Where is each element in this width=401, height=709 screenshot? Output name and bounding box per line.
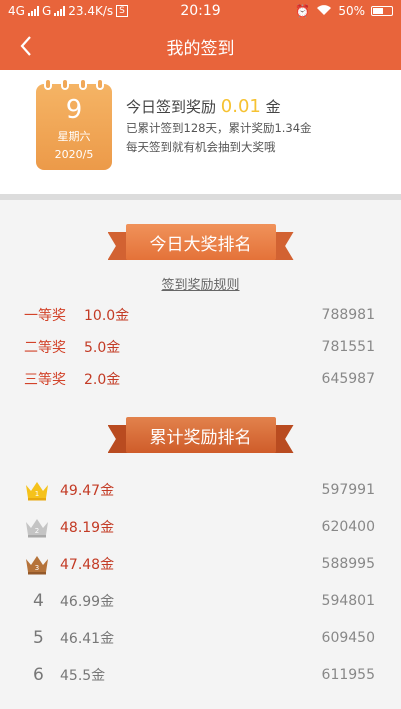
cumulative-row: 5 46.41金 609450 [0, 619, 401, 656]
cumulative-count: 597991 [321, 481, 375, 498]
cumulative-row: 3 47.48金 588995 [0, 545, 401, 582]
cumulative-count: 609450 [321, 629, 375, 646]
checkin-text: 今日签到奖励 0.01 金 已累计签到128天，累计奖励1.34金 每天签到就有… [126, 96, 312, 155]
network-type-1: 4G [8, 4, 25, 18]
back-button[interactable] [10, 30, 42, 62]
gold-crown-icon: 1 [24, 479, 56, 501]
cumulative-ranking-banner: 累计奖励排名 [107, 417, 294, 453]
cumulative-count: 588995 [321, 555, 375, 572]
chevron-left-icon [20, 36, 31, 56]
status-left: 4G G 23.4K/s S [8, 4, 128, 18]
cumulative-count: 594801 [321, 592, 375, 609]
today-reward-unit: 金 [265, 98, 281, 116]
prize-count: 781551 [321, 339, 375, 355]
svg-text:1: 1 [35, 490, 39, 498]
cumulative-row: 1 49.47金 597991 [0, 471, 401, 508]
status-bar: 4G G 23.4K/s S 20:19 ⏰ 50% [0, 0, 401, 22]
battery-percent: 50% [338, 4, 365, 18]
rules-link[interactable]: 签到奖励规则 [0, 274, 401, 293]
calendar-rings [44, 78, 104, 90]
status-right: ⏰ 50% [295, 4, 393, 19]
prize-amount: 10.0金 [84, 308, 130, 324]
cumulative-count: 611955 [321, 666, 375, 683]
daily-ranking-section: 今日大奖排名 签到奖励规则 一等奖 10.0金 788981 二等奖 5.0金 … [0, 200, 401, 395]
network-type-2: G [41, 4, 52, 18]
nav-bar: 我的签到 [0, 22, 401, 70]
rank-number: 5 [33, 627, 44, 648]
cumulative-ranking-section: 累计奖励排名 1 49.47金 597991 2 48.19金 620400 3… [0, 395, 401, 693]
battery-icon [371, 6, 393, 16]
cumulative-row: 2 48.19金 620400 [0, 508, 401, 545]
cumulative-row: 6 45.5金 611955 [0, 656, 401, 693]
calendar-icon: 9 星期六 2020/5 [36, 78, 112, 170]
alarm-icon: ⏰ [295, 4, 311, 18]
checkin-hint-text: 每天签到就有机会抽到大奖哦 [126, 140, 276, 154]
cumulative-amount: 48.19金 [60, 519, 115, 536]
signal-icon-2 [54, 6, 66, 16]
prize-list: 一等奖 10.0金 788981 二等奖 5.0金 781551 三等奖 2.0… [0, 299, 401, 395]
silver-crown-icon: 2 [24, 516, 56, 538]
today-reward-prefix: 今日签到奖励 [126, 98, 217, 116]
cumulative-amount: 49.47金 [60, 482, 115, 499]
prize-count: 645987 [321, 371, 375, 387]
page-title: 我的签到 [166, 38, 235, 59]
checkin-summary-text: 已累计签到128天，累计奖励1.34金 [126, 121, 312, 135]
prize-row: 三等奖 2.0金 645987 [0, 363, 401, 395]
cumulative-row: 4 46.99金 594801 [0, 582, 401, 619]
cumulative-count: 620400 [321, 518, 375, 535]
cumulative-ranking-title: 累计奖励排名 [125, 417, 276, 453]
calendar-weekday: 星期六 [57, 130, 91, 143]
checkin-summary: 9 星期六 2020/5 今日签到奖励 0.01 金 已累计签到128天，累计奖… [0, 70, 401, 194]
prize-row: 二等奖 5.0金 781551 [0, 331, 401, 363]
today-reward-line: 今日签到奖励 0.01 金 [126, 96, 312, 117]
svg-text:3: 3 [35, 564, 39, 572]
prize-row: 一等奖 10.0金 788981 [0, 299, 401, 331]
daily-ranking-title: 今日大奖排名 [125, 224, 276, 260]
calendar-year-month: 2020/5 [54, 148, 94, 161]
cumulative-amount: 46.41金 [60, 630, 115, 647]
cumulative-list: 1 49.47金 597991 2 48.19金 620400 3 47.48金… [0, 471, 401, 693]
bronze-crown-icon: 3 [24, 553, 56, 575]
rank-number: 4 [33, 590, 44, 611]
prize-name: 二等奖 [24, 340, 66, 356]
prize-name: 三等奖 [24, 372, 66, 388]
prize-amount: 5.0金 [84, 340, 121, 356]
today-reward-amount: 0.01 [220, 96, 261, 117]
network-speed: 23.4K/s [68, 4, 114, 18]
cumulative-amount: 47.48金 [60, 556, 115, 573]
signal-icon [27, 6, 39, 16]
sim-badge: S [116, 5, 128, 17]
rank-number: 6 [33, 664, 44, 685]
calendar-day: 9 [65, 95, 83, 125]
svg-text:2: 2 [35, 527, 39, 535]
wifi-icon [316, 4, 332, 19]
prize-count: 788981 [321, 307, 375, 323]
daily-ranking-banner: 今日大奖排名 [107, 224, 294, 260]
prize-name: 一等奖 [24, 308, 66, 324]
cumulative-amount: 46.99金 [60, 593, 115, 610]
prize-amount: 2.0金 [84, 372, 121, 388]
cumulative-amount: 45.5金 [60, 667, 106, 684]
